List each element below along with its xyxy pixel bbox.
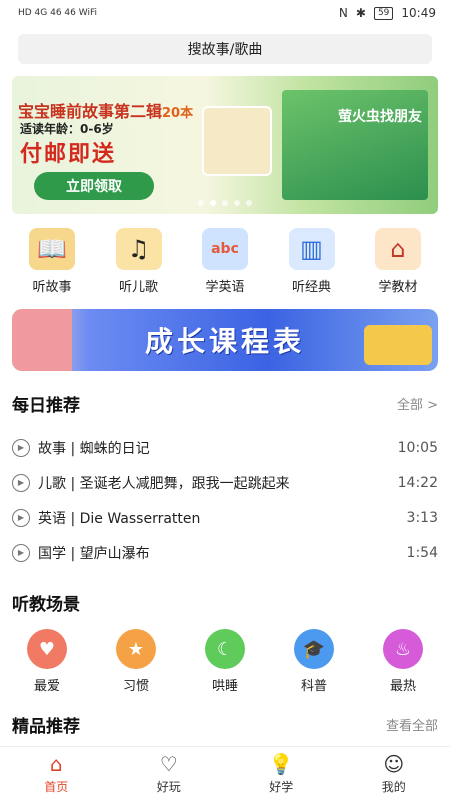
star-icon: ★ [116,629,156,669]
banner-decoration-left [12,309,72,371]
list-item[interactable]: ▶ 国学 | 望庐山瀑布 1:54 [0,535,450,570]
see-all-link[interactable]: 查看全部 [386,715,438,734]
growth-title: 成长课程表 [144,325,305,358]
carousel-dot[interactable] [246,200,252,206]
section-title: 听教场景 [12,595,80,615]
category-label: 听经典 [291,280,331,295]
moon-icon: ☾ [205,629,245,669]
book-title: 萤火虫找朋友 [338,109,422,125]
carousel-dot[interactable] [198,200,204,206]
status-bar: HD 4G 46 46 WiFi N ✱ 59 10:49 [0,0,450,26]
signal-text: HD 4G 46 46 WiFi [18,8,97,18]
clock: 10:49 [401,6,436,20]
scene-hottest[interactable]: ♨ 最热 [376,629,430,694]
bottom-tab-bar: ⌂ 首页 ♡ 好玩 💡 好学 ☺ 我的 [0,746,450,800]
scene-habit[interactable]: ★ 习惯 [109,629,163,694]
scenes-row: ♥ 最爱 ★ 习惯 ☾ 哄睡 🎓 科普 ♨ 最热 [0,629,450,694]
category-listen-classics[interactable]: ▥ 听经典 [270,228,354,295]
banner-free: 付邮即送 [20,142,117,167]
claim-button[interactable]: 立即领取 [34,172,154,200]
book-reading-icon: 📖 [29,228,75,270]
tab-label: 好学 [269,779,294,794]
status-signals: HD 4G 46 46 WiFi [18,8,97,18]
see-all-link[interactable]: 全部 > [397,394,438,413]
category-listen-story[interactable]: 📖 听故事 [10,228,94,295]
scenes-section-header: 听教场景 [12,590,438,615]
music-duck-icon: ♫ [115,228,162,270]
tab-learn[interactable]: 💡 好学 [225,747,338,800]
banner-title: 宝宝睡前故事第二辑20本 [18,102,194,121]
carousel-dot[interactable] [234,200,240,206]
list-item-duration: 14:22 [397,474,438,491]
scene-label: 科普 [300,679,327,694]
lightbulb-icon: 💡 [268,751,294,776]
bluetooth-icon: ✱ [355,6,366,20]
home-icon: ⌂ [49,751,63,776]
growth-schedule-banner[interactable]: 成长课程表 [12,309,438,371]
tab-home[interactable]: ⌂ 首页 [0,747,113,800]
banner-decoration-right [364,325,432,365]
category-learn-english[interactable]: abc 学英语 [183,228,267,295]
daily-list: ▶ 故事 | 蜘蛛的日记 10:05 ▶ 儿歌 | 圣诞老人减肥舞，跟我一起跳起… [0,430,450,570]
list-item-title: 英语 | Die Wasserratten [38,510,201,527]
play-icon[interactable]: ▶ [12,508,30,527]
list-item-title: 国学 | 望庐山瀑布 [38,545,150,562]
chat-heart-icon: ♡ [159,751,178,776]
carousel-dot[interactable] [210,200,216,206]
fire-icon: ♨ [383,629,423,669]
tab-label: 首页 [44,779,69,794]
open-book-image [202,106,272,176]
list-item-duration: 10:05 [397,439,438,456]
list-item[interactable]: ▶ 故事 | 蜘蛛的日记 10:05 [0,430,450,465]
tab-label: 好玩 [156,779,181,794]
section-title: 精品推荐 [12,717,80,737]
carousel-dots [12,200,438,206]
category-listen-songs[interactable]: ♫ 听儿歌 [97,228,181,295]
banner-age: 适读年龄：0-6岁 [20,122,114,136]
abc-blocks-icon: abc [202,228,248,270]
search-input[interactable]: 搜故事/歌曲 [18,34,432,64]
nfc-icon: N [338,6,348,20]
tab-fun[interactable]: ♡ 好玩 [113,747,226,800]
scene-science[interactable]: 🎓 科普 [287,629,341,694]
play-icon[interactable]: ▶ [12,473,30,492]
list-item-title: 儿歌 | 圣诞老人减肥舞，跟我一起跳起来 [38,475,290,492]
carousel-dot[interactable] [222,200,228,206]
list-item[interactable]: ▶ 儿歌 | 圣诞老人减肥舞，跟我一起跳起来 14:22 [0,465,450,500]
heart-icon: ♥ [27,629,67,669]
tab-me[interactable]: ☺ 我的 [338,747,450,800]
list-item-title: 故事 | 蜘蛛的日记 [38,440,150,457]
category-label: 学英语 [205,280,245,295]
daily-section-header: 每日推荐 全部 > [12,391,438,416]
scene-label: 哄睡 [211,679,238,694]
category-label: 听故事 [32,280,72,295]
category-row: 📖 听故事 ♫ 听儿歌 abc 学英语 ▥ 听经典 ⌂ 学教材 [0,228,450,295]
scene-sleep[interactable]: ☾ 哄睡 [198,629,252,694]
battery-icon: 59 [373,6,394,20]
play-icon[interactable]: ▶ [12,438,30,457]
list-item-duration: 1:54 [406,544,438,561]
list-item[interactable]: ▶ 英语 | Die Wasserratten 3:13 [0,500,450,535]
classic-book-icon: ▥ [288,228,335,270]
status-right: N ✱ 59 10:49 [339,6,436,20]
category-label: 听儿歌 [118,280,158,295]
school-building-icon: ⌂ [375,228,421,270]
scene-label: 习惯 [122,679,149,694]
banner-count: 20本 [162,106,194,121]
play-icon[interactable]: ▶ [12,543,30,562]
promo-banner[interactable]: 宝宝睡前故事第二辑20本 适读年龄：0-6岁 付邮即送 立即领取 萤火虫找朋友 [12,76,438,214]
graduation-cap-icon: 🎓 [294,629,334,669]
tab-label: 我的 [381,779,406,794]
category-label: 学教材 [378,280,418,295]
scene-label: 最热 [389,679,416,694]
list-item-duration: 3:13 [406,509,438,526]
scene-favorite[interactable]: ♥ 最爱 [20,629,74,694]
premium-section-header: 精品推荐 查看全部 [12,712,438,737]
section-title: 每日推荐 [12,396,80,416]
scene-label: 最爱 [33,679,60,694]
category-learn-textbook[interactable]: ⌂ 学教材 [356,228,440,295]
user-icon: ☺ [383,751,405,776]
